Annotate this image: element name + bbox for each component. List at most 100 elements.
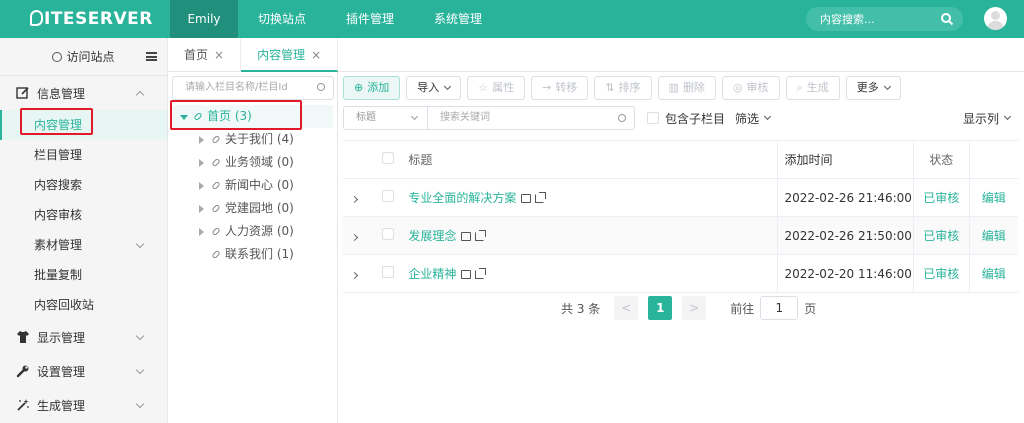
nav-plugins[interactable]: 插件管理 <box>326 0 414 38</box>
check-circle-icon: ◎ <box>732 81 743 94</box>
field-select[interactable]: 标题 <box>343 106 427 130</box>
import-button[interactable]: 导入 <box>406 76 462 100</box>
close-icon[interactable]: × <box>311 48 321 62</box>
arrow-right-icon: → <box>542 81 552 94</box>
tab-content-manage[interactable]: 内容管理 × <box>241 38 339 72</box>
sidebar: 访问站点 信息管理 内容管理 栏目管理 内容搜索 内容审核 素材管理 批量复制 … <box>0 38 168 423</box>
page-1-button[interactable]: 1 <box>648 296 673 320</box>
prev-page-button[interactable]: < <box>614 296 639 320</box>
status-badge[interactable]: 已审核 <box>913 179 968 216</box>
keyword-input[interactable]: 搜索关键词 <box>427 106 635 130</box>
sidebar-group-settings[interactable]: 设置管理 <box>0 354 167 388</box>
row-checkbox[interactable] <box>381 190 394 202</box>
avatar[interactable] <box>984 7 1007 30</box>
caret-right-icon[interactable] <box>199 136 204 144</box>
link-icon <box>211 180 221 191</box>
sidebar-item-batch-copy[interactable]: 批量复制 <box>0 260 167 290</box>
expand-row-icon[interactable] <box>343 267 367 281</box>
row-checkbox[interactable] <box>381 228 394 240</box>
sidebar-group-generate[interactable]: 生成管理 <box>0 388 167 422</box>
external-link-icon[interactable] <box>475 268 487 279</box>
caret-right-icon[interactable] <box>199 159 204 167</box>
tab-home[interactable]: 首页 × <box>168 38 242 72</box>
chevron-down-icon <box>1003 112 1012 121</box>
tree-node[interactable]: 关于我们 (4) <box>172 128 333 151</box>
caret-right-icon[interactable] <box>199 182 204 190</box>
expand-row-icon[interactable] <box>343 191 367 205</box>
goto-page-input[interactable]: 1 <box>760 296 799 320</box>
close-icon[interactable]: × <box>214 48 224 62</box>
content-title-link[interactable]: 企业精神 <box>408 267 456 281</box>
search-icon: ⌕ <box>796 81 803 94</box>
sidebar-group-display[interactable]: 显示管理 <box>0 320 167 354</box>
content-search-input[interactable]: 内容搜索... <box>806 7 963 31</box>
table-row: 专业全面的解决方案 2022-02-26 21:46:00 已审核 编辑 <box>343 179 1018 217</box>
chevron-down-icon <box>135 365 145 375</box>
audit-button[interactable]: ◎ 审核 <box>721 76 780 100</box>
more-button[interactable]: 更多 <box>845 76 901 100</box>
search-icon[interactable] <box>618 114 626 122</box>
tree-node[interactable]: 业务领域 (0) <box>172 151 333 174</box>
column-time: 添加时间 <box>777 141 913 178</box>
search-icon <box>317 83 325 91</box>
highlight-box-tree <box>170 100 302 130</box>
chevron-up-icon <box>135 90 145 100</box>
column-status: 状态 <box>913 141 968 178</box>
content-title-link[interactable]: 发展理念 <box>408 229 456 243</box>
nav-system[interactable]: 系统管理 <box>414 0 502 38</box>
search-icon[interactable] <box>941 13 951 23</box>
checkbox[interactable] <box>647 112 659 124</box>
column-title: 标题 <box>408 153 433 167</box>
caret-right-icon[interactable] <box>199 205 204 213</box>
status-badge[interactable]: 已审核 <box>913 217 968 254</box>
sort-icon: ⇅ <box>605 81 615 94</box>
tree-node[interactable]: 联系我们 (1) <box>172 243 333 266</box>
filter-bar: 标题 搜索关键词 包含子栏目 筛选 <box>343 106 772 130</box>
filter-dropdown[interactable]: 筛选 <box>735 110 772 127</box>
table-row: 发展理念 2022-02-26 21:50:00 已审核 编辑 <box>343 217 1018 255</box>
nav-switch-site[interactable]: 切换站点 <box>238 0 326 38</box>
edit-link[interactable]: 编辑 <box>968 217 1018 254</box>
transfer-button[interactable]: → 转移 <box>531 76 589 100</box>
added-time: 2022-02-26 21:46:00 <box>777 179 913 216</box>
include-children-checkbox[interactable]: 包含子栏目 <box>647 110 725 127</box>
row-checkbox[interactable] <box>381 266 394 278</box>
channel-search-input[interactable]: 请输入栏目名称/栏目Id <box>172 76 334 100</box>
caret-right-icon[interactable] <box>199 228 204 236</box>
logo[interactable]: ITESERVER <box>0 0 170 38</box>
tree-node[interactable]: 新闻中心 (0) <box>172 174 333 197</box>
tree-node[interactable]: 党建园地 (0) <box>172 197 333 220</box>
show-columns-dropdown[interactable]: 显示列 <box>963 110 1012 127</box>
external-link-icon[interactable] <box>475 230 487 241</box>
shirt-icon <box>16 330 30 344</box>
menu-toggle-icon[interactable] <box>146 52 157 61</box>
nav-user[interactable]: Emily <box>170 0 238 38</box>
add-button[interactable]: ⊕ 添加 <box>343 76 401 100</box>
image-icon <box>461 232 472 241</box>
generate-button[interactable]: ⌕ 生成 <box>785 76 840 100</box>
sidebar-item-content-search[interactable]: 内容搜索 <box>0 170 167 200</box>
edit-link[interactable]: 编辑 <box>968 179 1018 216</box>
chevron-down-icon <box>410 112 419 121</box>
link-icon <box>211 157 221 168</box>
expand-row-icon[interactable] <box>343 229 367 243</box>
sidebar-item-material[interactable]: 素材管理 <box>0 230 167 260</box>
attributes-button[interactable]: ☆ 属性 <box>467 76 526 100</box>
sidebar-group-info[interactable]: 信息管理 <box>0 76 167 110</box>
sidebar-item-content-audit[interactable]: 内容审核 <box>0 200 167 230</box>
select-all-checkbox[interactable] <box>381 152 394 164</box>
status-badge[interactable]: 已审核 <box>913 255 968 292</box>
external-link-icon[interactable] <box>535 192 547 203</box>
delete-button[interactable]: ▥ 删除 <box>657 76 716 100</box>
edit-link[interactable]: 编辑 <box>968 255 1018 292</box>
sidebar-item-channel-manage[interactable]: 栏目管理 <box>0 140 167 170</box>
sidebar-item-recycle[interactable]: 内容回收站 <box>0 290 167 320</box>
page-unit: 页 <box>804 301 817 316</box>
visit-site-button[interactable]: 访问站点 <box>0 38 167 76</box>
next-page-button[interactable]: > <box>682 296 707 320</box>
link-icon <box>211 134 221 145</box>
tree-node[interactable]: 人力资源 (0) <box>172 220 333 243</box>
content-title-link[interactable]: 专业全面的解决方案 <box>408 191 516 205</box>
goto-label: 前往 <box>730 301 755 316</box>
sort-button[interactable]: ⇅ 排序 <box>594 76 652 100</box>
